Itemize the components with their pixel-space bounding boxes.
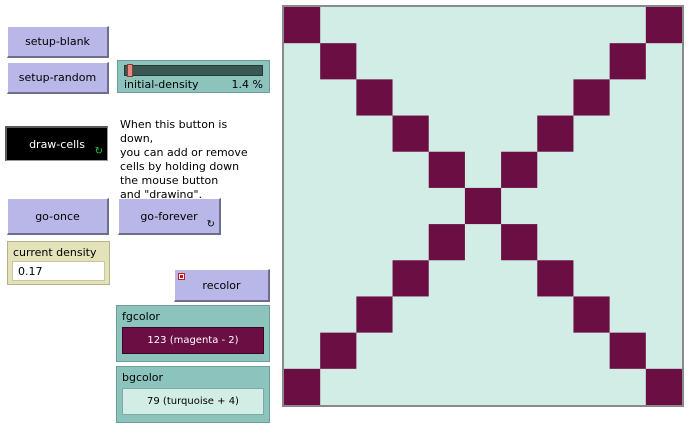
live-cell[interactable] <box>537 260 574 297</box>
live-cell[interactable] <box>609 332 646 369</box>
recolor-label: recolor <box>202 278 241 292</box>
live-cell[interactable] <box>320 43 357 80</box>
monitor-value: 0.17 <box>12 261 105 281</box>
live-cell[interactable] <box>284 7 321 44</box>
live-cell[interactable] <box>609 43 646 80</box>
draw-cells-label: draw-cells <box>29 137 85 151</box>
live-cell[interactable] <box>320 332 357 369</box>
live-cell[interactable] <box>356 296 393 333</box>
forever-icon: ↻ <box>94 146 103 157</box>
fgcolor-chooser[interactable]: fgcolor 123 (magenta - 2) <box>116 305 270 362</box>
bgcolor-chooser[interactable]: bgcolor 79 (turquoise + 4) <box>116 366 270 423</box>
live-cell[interactable] <box>645 7 682 44</box>
setup-blank-label: setup-blank <box>25 35 90 48</box>
go-once-button[interactable]: go-once <box>7 198 109 235</box>
live-cell[interactable] <box>428 151 465 188</box>
setup-blank-button[interactable]: setup-blank <box>7 26 109 58</box>
live-cell[interactable] <box>284 368 321 405</box>
draw-cells-button[interactable]: draw-cells ↻ <box>5 126 108 161</box>
live-cell[interactable] <box>501 151 538 188</box>
slider-track[interactable] <box>124 64 263 77</box>
slider-value: 1.4 % <box>231 78 263 91</box>
slider-thumb[interactable] <box>127 64 133 77</box>
draw-cells-note: When this button is down, you can add or… <box>120 118 248 201</box>
live-cell[interactable] <box>645 368 682 405</box>
setup-random-label: setup-random <box>18 71 97 84</box>
live-cell[interactable] <box>356 79 393 116</box>
go-once-label: go-once <box>35 209 80 223</box>
live-cell[interactable] <box>392 115 429 152</box>
monitor-label: current density <box>13 246 97 259</box>
red-x-icon <box>178 273 185 280</box>
live-cell[interactable] <box>537 115 574 152</box>
live-cell[interactable] <box>501 224 538 261</box>
bgcolor-value[interactable]: 79 (turquoise + 4) <box>122 388 264 415</box>
setup-random-button[interactable]: setup-random <box>7 62 109 94</box>
go-forever-label: go-forever <box>140 209 198 223</box>
live-cell[interactable] <box>428 224 465 261</box>
world-view[interactable] <box>282 5 684 407</box>
live-cell[interactable] <box>464 187 502 225</box>
bgcolor-label: bgcolor <box>122 371 164 384</box>
fgcolor-value[interactable]: 123 (magenta - 2) <box>122 327 264 354</box>
slider-label: initial-density <box>124 78 199 91</box>
live-cell[interactable] <box>392 260 429 297</box>
live-cell[interactable] <box>573 296 610 333</box>
world-grid[interactable] <box>284 7 682 405</box>
live-cell[interactable] <box>573 79 610 116</box>
forever-icon: ↻ <box>206 219 215 230</box>
go-forever-button[interactable]: go-forever ↻ <box>118 198 221 235</box>
fgcolor-label: fgcolor <box>122 310 160 323</box>
initial-density-slider[interactable]: initial-density 1.4 % <box>117 60 270 93</box>
recolor-button[interactable]: recolor <box>174 269 270 302</box>
current-density-monitor: current density 0.17 <box>7 241 110 285</box>
